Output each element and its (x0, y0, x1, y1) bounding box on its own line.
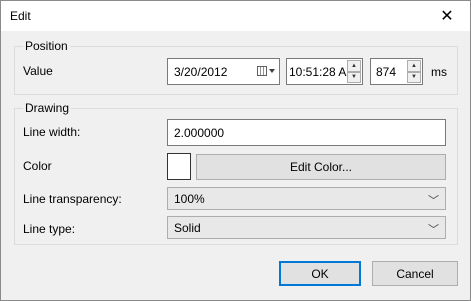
time-spinner[interactable]: ▲ ▼ (347, 60, 361, 83)
line-type-value: Solid (174, 220, 201, 235)
color-label: Color (23, 159, 52, 173)
chevron-down-icon: ﹀ (428, 195, 439, 207)
date-value: 3/20/2012 (174, 64, 228, 79)
edit-dialog: Edit ✕ Position Value 3/20/2012 10:51:28… (0, 0, 471, 301)
drawing-group-label: Drawing (23, 101, 72, 115)
milliseconds-value: 874 (376, 64, 397, 79)
milliseconds-spinner[interactable]: ▲ ▼ (407, 60, 421, 83)
line-transparency-select[interactable]: 100% ﹀ (167, 187, 446, 210)
time-value: 10:51:28 AM (289, 64, 347, 79)
line-transparency-value: 100% (174, 191, 205, 206)
color-swatch[interactable] (167, 153, 191, 180)
ms-unit-label: ms (431, 65, 447, 79)
date-picker[interactable]: 3/20/2012 (167, 58, 280, 85)
ms-down-icon[interactable]: ▼ (407, 71, 421, 83)
time-down-icon[interactable]: ▼ (347, 71, 361, 83)
position-group-label: Position (23, 39, 70, 53)
value-label: Value (23, 64, 53, 78)
line-type-label: Line type: (23, 222, 76, 236)
ok-button[interactable]: OK (279, 261, 361, 286)
line-transparency-label: Line transparency: (23, 192, 122, 206)
chevron-down-icon: ﹀ (428, 224, 439, 236)
milliseconds-input[interactable]: 874 ▲ ▼ (370, 58, 423, 85)
edit-color-button[interactable]: Edit Color... (196, 154, 446, 180)
ms-up-icon[interactable]: ▲ (407, 60, 421, 72)
line-width-label: Line width: (23, 125, 81, 139)
calendar-dropdown-icon[interactable] (257, 65, 275, 77)
title-bar: Edit ✕ (1, 1, 470, 31)
line-width-value: 2.000000 (174, 125, 225, 140)
cancel-button[interactable]: Cancel (372, 261, 458, 286)
time-up-icon[interactable]: ▲ (347, 60, 361, 72)
time-input[interactable]: 10:51:28 AM ▲ ▼ (286, 58, 363, 85)
close-icon[interactable]: ✕ (424, 1, 470, 31)
line-width-input[interactable]: 2.000000 (167, 119, 446, 146)
line-type-select[interactable]: Solid ﹀ (167, 216, 446, 239)
window-title: Edit (10, 9, 31, 23)
